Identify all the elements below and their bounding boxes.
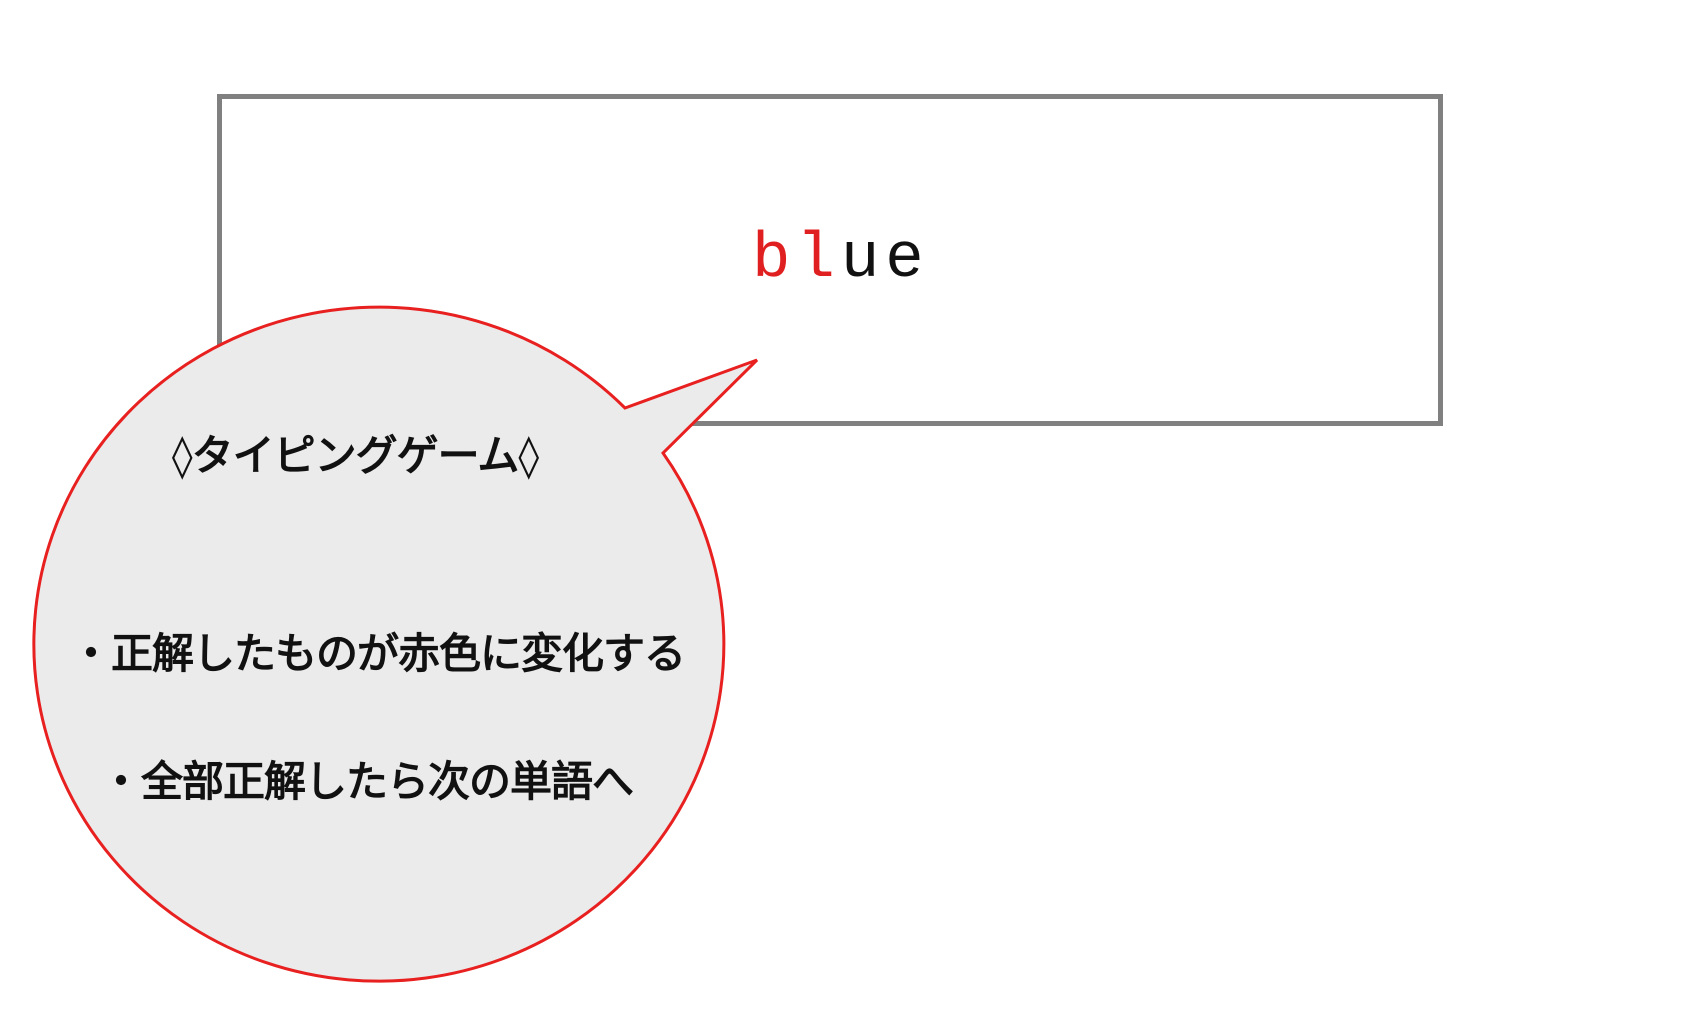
instruction-line: ・全部正解したら次の単語へ bbox=[100, 757, 634, 806]
speech-bubble bbox=[32, 305, 759, 983]
bubble-title: ◊タイピングゲーム◊ bbox=[171, 431, 539, 480]
typing-game-screen: blue ◊タイピングゲーム◊ ・正解したものが赤色に変化する ・全部正解したら… bbox=[0, 0, 1701, 1020]
instruction-line: ・正解したものが赤色に変化する bbox=[70, 629, 686, 678]
